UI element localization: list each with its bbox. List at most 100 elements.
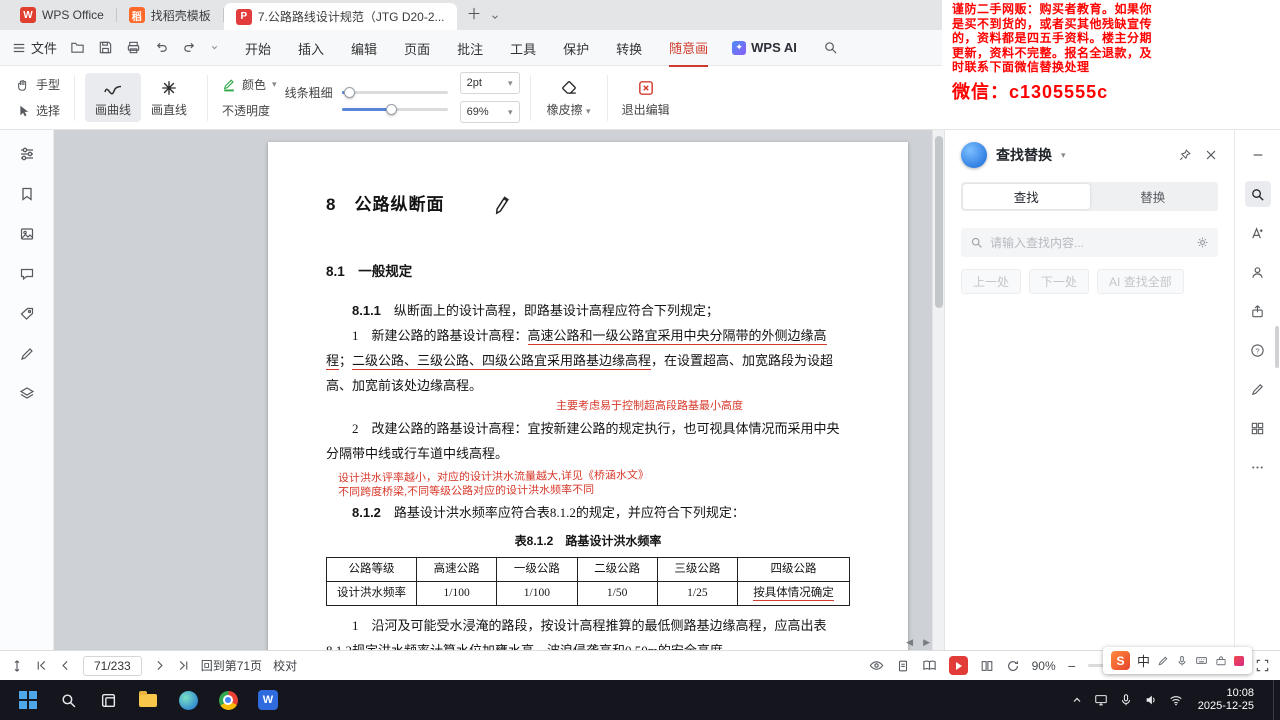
ime-pen-icon[interactable]: [1157, 655, 1169, 667]
comment-icon[interactable]: [19, 266, 35, 282]
chevron-down-icon[interactable]: [210, 43, 219, 52]
tray-display-icon[interactable]: [1094, 693, 1108, 707]
docer-template-tab[interactable]: 稻 找稻壳模板: [117, 0, 223, 30]
navigation-pane-icon[interactable]: [10, 659, 24, 673]
opacity-dropdown[interactable]: 69% ▾: [459, 101, 520, 123]
line-weight-slider-knob[interactable]: [343, 87, 355, 98]
menu-tab-freedraw[interactable]: 随意画: [669, 28, 709, 67]
help-icon[interactable]: ?: [1245, 337, 1271, 363]
chevron-down-icon[interactable]: ▾: [1061, 150, 1066, 161]
document-canvas[interactable]: 8 公路纵断面 8.1 一般规定 8.1.1 纵断面上的设计高程，即路基设计高程…: [54, 130, 944, 650]
color-picker-button[interactable]: 颜色 ▾: [218, 75, 281, 94]
tag-icon[interactable]: [19, 306, 35, 322]
pin-icon[interactable]: [1178, 148, 1192, 162]
contacts-icon[interactable]: [1245, 259, 1271, 285]
back-to-page-button[interactable]: 回到第71页: [201, 657, 262, 674]
tray-network-icon[interactable]: [1169, 693, 1183, 707]
show-desktop-button[interactable]: [1273, 680, 1276, 720]
opacity-slider-knob[interactable]: [386, 104, 398, 115]
chrome-browser-icon[interactable]: [211, 683, 245, 717]
apps-grid-icon[interactable]: [1245, 415, 1271, 441]
navigation-tune-icon[interactable]: [19, 146, 35, 162]
single-page-view-icon[interactable]: [896, 659, 910, 673]
tab-replace[interactable]: 替换: [1090, 184, 1217, 209]
rotate-refresh-icon[interactable]: [1006, 659, 1020, 673]
task-view-icon[interactable]: [91, 683, 125, 717]
highlighter-pen-icon[interactable]: [19, 346, 35, 362]
tab-list-dropdown[interactable]: [490, 12, 506, 30]
draw-line-button[interactable]: 画直线: [141, 73, 197, 122]
hand-tool-button[interactable]: 手型: [12, 75, 64, 94]
assistant-avatar[interactable]: [961, 142, 987, 168]
ime-keyboard-icon[interactable]: [1195, 654, 1208, 667]
draw-curve-button[interactable]: 画曲线: [85, 73, 142, 122]
document-vertical-scrollbar[interactable]: [932, 130, 944, 650]
search-settings-gear-icon[interactable]: [1196, 236, 1209, 249]
start-button[interactable]: [11, 683, 45, 717]
eraser-button[interactable]: 橡皮擦 ▾: [541, 73, 597, 122]
sogou-logo-icon[interactable]: S: [1110, 651, 1130, 670]
menu-tab-page[interactable]: 页面: [404, 29, 430, 66]
tray-volume-icon[interactable]: [1144, 693, 1158, 707]
new-tab-button[interactable]: ＋: [457, 3, 490, 30]
redo-icon[interactable]: [182, 40, 197, 55]
find-next-button[interactable]: 下一处: [1029, 269, 1090, 294]
menu-tab-insert[interactable]: 插入: [298, 29, 324, 66]
scrollbar-thumb[interactable]: [935, 136, 943, 308]
more-dots-icon[interactable]: [1245, 454, 1271, 480]
tray-chevron-up-icon[interactable]: [1071, 694, 1083, 706]
taskbar-search-icon[interactable]: [51, 683, 85, 717]
line-weight-dropdown[interactable]: 2pt ▾: [459, 72, 520, 94]
menu-tab-protect[interactable]: 保护: [563, 29, 589, 66]
columns-view-icon[interactable]: [980, 659, 994, 673]
zoom-out-button[interactable]: −: [1068, 658, 1076, 674]
ime-toolbox-icon[interactable]: [1215, 655, 1227, 667]
wps-ai-button[interactable]: ✦ WPS AI: [732, 40, 797, 55]
book-spread-view-icon[interactable]: [922, 658, 937, 673]
file-explorer-icon[interactable]: [131, 683, 165, 717]
tab-find[interactable]: 查找: [963, 184, 1090, 209]
app-tab[interactable]: W WPS Office: [8, 0, 116, 30]
panel-scrollbar-thumb[interactable]: [1275, 326, 1279, 368]
search-icon[interactable]: [823, 40, 838, 55]
page-number-box[interactable]: 71/233: [83, 655, 142, 676]
first-page-icon[interactable]: [35, 659, 48, 672]
zoom-value[interactable]: 90%: [1032, 659, 1056, 673]
document-page[interactable]: 8 公路纵断面 8.1 一般规定 8.1.1 纵断面上的设计高程，即路基设计高程…: [268, 142, 908, 650]
save-icon[interactable]: [98, 40, 113, 55]
share-export-icon[interactable]: [1245, 298, 1271, 324]
wps-app-icon[interactable]: W: [251, 683, 285, 717]
menu-tab-home[interactable]: 开始: [245, 29, 271, 66]
menu-tab-edit[interactable]: 编辑: [351, 29, 377, 66]
close-icon[interactable]: [1204, 148, 1218, 162]
line-weight-slider[interactable]: [341, 87, 448, 98]
edit-pen-icon[interactable]: [1245, 376, 1271, 402]
undo-icon[interactable]: [154, 40, 169, 55]
taskbar-clock[interactable]: 10:08 2025-12-25: [1194, 687, 1262, 713]
ime-skin-icon[interactable]: [1234, 655, 1244, 666]
tray-mic-icon[interactable]: [1119, 693, 1133, 707]
find-previous-button[interactable]: 上一处: [961, 269, 1022, 294]
ai-find-all-button[interactable]: AI 查找全部: [1097, 269, 1184, 294]
menu-tab-tools[interactable]: 工具: [510, 29, 536, 66]
image-icon[interactable]: [19, 226, 35, 242]
translate-icon[interactable]: [1245, 220, 1271, 246]
layers-icon[interactable]: [19, 386, 35, 402]
ime-mode-indicator[interactable]: 中: [1137, 651, 1150, 670]
ime-mic-icon[interactable]: [1176, 655, 1188, 667]
opacity-slider[interactable]: [341, 104, 448, 115]
menu-tab-convert[interactable]: 转换: [616, 29, 642, 66]
search-input[interactable]: [990, 235, 1189, 250]
open-folder-icon[interactable]: [70, 40, 85, 55]
fullscreen-icon[interactable]: [1255, 658, 1270, 673]
menu-tab-comment[interactable]: 批注: [457, 29, 483, 66]
select-tool-button[interactable]: 选择: [12, 101, 64, 120]
file-menu[interactable]: 文件: [12, 38, 57, 57]
bookmark-icon[interactable]: [19, 186, 35, 202]
previous-page-icon[interactable]: [59, 659, 72, 672]
last-page-icon[interactable]: [177, 659, 190, 672]
read-mode-eye-icon[interactable]: [869, 658, 884, 673]
play-read-aloud-button[interactable]: [948, 656, 968, 675]
next-page-icon[interactable]: [153, 659, 166, 672]
find-icon[interactable]: [1244, 181, 1271, 207]
